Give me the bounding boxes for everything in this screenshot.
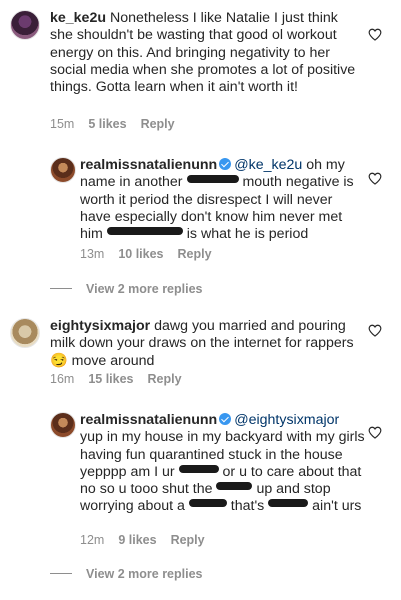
- divider-line: [50, 288, 72, 289]
- view-more-label: View 2 more replies: [86, 282, 203, 296]
- divider-line: [50, 573, 72, 574]
- redaction-mark: [216, 482, 253, 491]
- redaction-mark: [268, 499, 309, 508]
- redaction-mark: [186, 175, 239, 184]
- comment-meta: 15m 5 likes Reply: [50, 117, 175, 131]
- comment-text: realmissnatalienunn @eightysixmajor yup i…: [80, 412, 366, 516]
- comment-time: 15m: [50, 117, 75, 131]
- reply-button[interactable]: Reply: [171, 533, 205, 547]
- avatar[interactable]: [10, 318, 40, 348]
- view-more-label: View 2 more replies: [86, 567, 203, 581]
- reply-button[interactable]: Reply: [178, 247, 212, 261]
- avatar[interactable]: [50, 412, 76, 438]
- comment-likes[interactable]: 10 likes: [118, 247, 163, 261]
- comment-time: 13m: [80, 247, 105, 261]
- redaction-mark: [178, 464, 219, 473]
- mention-link[interactable]: @ke_ke2u: [234, 157, 302, 173]
- comment-username[interactable]: ke_ke2u: [50, 10, 106, 26]
- comment-likes[interactable]: 9 likes: [118, 533, 156, 547]
- view-more-replies-button[interactable]: View 2 more replies: [50, 282, 203, 296]
- heart-outline-icon[interactable]: [368, 172, 382, 185]
- comment-meta: 12m 9 likes Reply: [80, 533, 205, 547]
- smirk-emoji: 😏: [50, 352, 68, 369]
- comment-body-c: is what he is period: [186, 226, 309, 243]
- redaction-mark: [188, 499, 227, 508]
- reply-button[interactable]: Reply: [148, 372, 182, 386]
- comment-meta: 13m 10 likes Reply: [80, 247, 212, 261]
- comment-body-e: ain't urs: [312, 498, 362, 515]
- comment-meta: 16m 15 likes Reply: [50, 372, 182, 386]
- comment-time: 16m: [50, 372, 75, 386]
- comment-text: eightysixmajor dawg you married and pour…: [50, 318, 360, 370]
- mention-link[interactable]: @eightysixmajor: [234, 412, 339, 428]
- reply-button[interactable]: Reply: [141, 117, 175, 131]
- verified-badge-icon: [219, 158, 232, 170]
- comment-username[interactable]: realmissnatalienunn: [80, 412, 217, 428]
- verified-badge-icon: [219, 413, 232, 425]
- comment-likes[interactable]: 5 likes: [88, 117, 126, 131]
- comment-body-d: that's: [230, 498, 265, 515]
- comment-username[interactable]: realmissnatalienunn: [80, 157, 217, 173]
- comment-text: realmissnatalienunn @ke_ke2u oh my name i…: [80, 157, 366, 243]
- heart-outline-icon[interactable]: [368, 324, 382, 337]
- avatar[interactable]: [50, 157, 76, 183]
- view-more-replies-button[interactable]: View 2 more replies: [50, 567, 203, 581]
- comment-body-end: move around: [71, 352, 155, 369]
- heart-outline-icon[interactable]: [368, 426, 382, 439]
- redaction-mark: [106, 227, 183, 236]
- heart-outline-icon[interactable]: [368, 28, 382, 41]
- comment-time: 12m: [80, 533, 105, 547]
- comment-username[interactable]: eightysixmajor: [50, 318, 150, 334]
- avatar[interactable]: [10, 10, 40, 40]
- comment-likes[interactable]: 15 likes: [88, 372, 133, 386]
- comment-text: ke_ke2u Nonetheless I like Natalie I jus…: [50, 10, 360, 96]
